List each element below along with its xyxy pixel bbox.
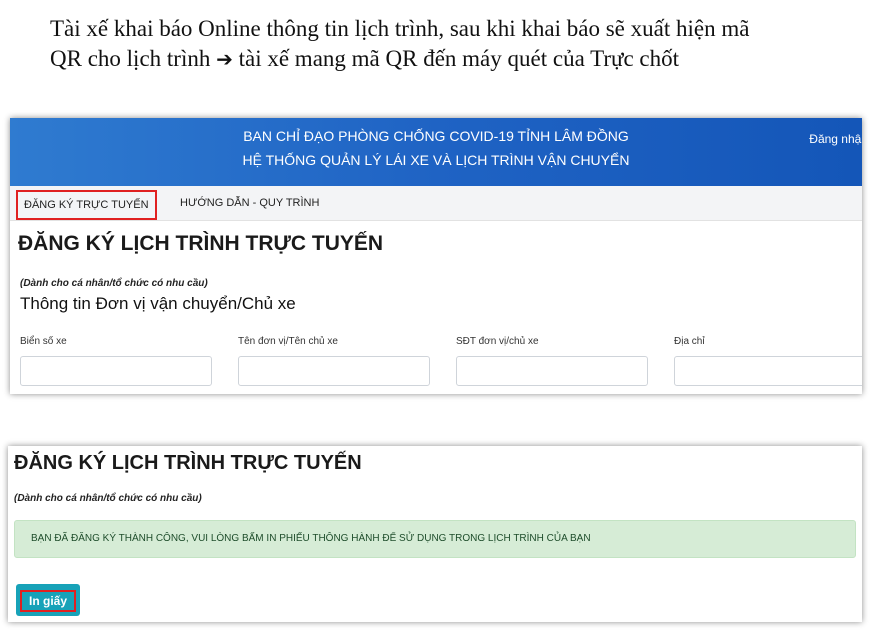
login-link[interactable]: Đăng nhập	[809, 132, 862, 146]
nav-item-guide-procedure[interactable]: HƯỚNG DẪN - QUY TRÌNH	[180, 186, 319, 220]
header-banner: BAN CHỈ ĐẠO PHÒNG CHỐNG COVID-19 TỈNH LÂ…	[10, 118, 862, 186]
registration-form-screenshot: BAN CHỈ ĐẠO PHÒNG CHỐNG COVID-19 TỈNH LÂ…	[10, 118, 862, 394]
success-message: BẠN ĐÃ ĐĂNG KÝ THÀNH CÔNG, VUI LÒNG BẤM …	[31, 533, 591, 544]
intro-text: Tài xế khai báo Online thông tin lịch tr…	[50, 14, 850, 74]
owner-name-input[interactable]	[238, 356, 430, 386]
section-title: Thông tin Đơn vị vận chuyển/Chủ xe	[20, 294, 296, 313]
result-page-subtitle: (Dành cho cá nhân/tổ chức có nhu cầu)	[14, 493, 202, 504]
success-alert: BẠN ĐÃ ĐĂNG KÝ THÀNH CÔNG, VUI LÒNG BẤM …	[14, 520, 856, 558]
owner-phone-label: SĐT đơn vị/chủ xe	[456, 336, 539, 347]
intro-line-2-start: QR cho lịch trình	[50, 46, 211, 71]
intro-line-2: QR cho lịch trình ➔ tài xế mang mã QR đế…	[50, 44, 850, 74]
address-label: Địa chỉ	[674, 336, 705, 347]
owner-phone-input[interactable]	[456, 356, 648, 386]
owner-name-label: Tên đơn vị/Tên chủ xe	[238, 336, 338, 347]
page-title: ĐĂNG KÝ LỊCH TRÌNH TRỰC TUYẾN	[18, 232, 384, 255]
page-subtitle: (Dành cho cá nhân/tổ chức có nhu cầu)	[20, 278, 208, 289]
header-title-line-1: BAN CHỈ ĐẠO PHÒNG CHỐNG COVID-19 TỈNH LÂ…	[243, 128, 629, 144]
intro-line-1: Tài xế khai báo Online thông tin lịch tr…	[50, 16, 750, 41]
nav-item-online-registration[interactable]: ĐĂNG KÝ TRỰC TUYẾN	[16, 190, 157, 220]
intro-line-2-end: tài xế mang mã QR đến máy quét của Trực …	[238, 46, 680, 71]
print-button[interactable]: In giấy	[16, 584, 80, 616]
plate-number-label: Biển số xe	[20, 336, 67, 347]
arrow-icon: ➔	[216, 47, 233, 71]
nav-bar: ĐĂNG KÝ TRỰC TUYẾN HƯỚNG DẪN - QUY TRÌNH	[10, 186, 862, 221]
header-title-line-2: HỆ THỐNG QUẢN LÝ LÁI XE VÀ LỊCH TRÌNH VẬ…	[242, 152, 630, 168]
print-button-label[interactable]: In giấy	[20, 590, 76, 612]
registration-success-screenshot: ĐĂNG KÝ LỊCH TRÌNH TRỰC TUYẾN (Dành cho …	[8, 446, 862, 622]
plate-number-input[interactable]	[20, 356, 212, 386]
address-input[interactable]	[674, 356, 862, 386]
result-page-title: ĐĂNG KÝ LỊCH TRÌNH TRỰC TUYẾN	[14, 452, 362, 474]
